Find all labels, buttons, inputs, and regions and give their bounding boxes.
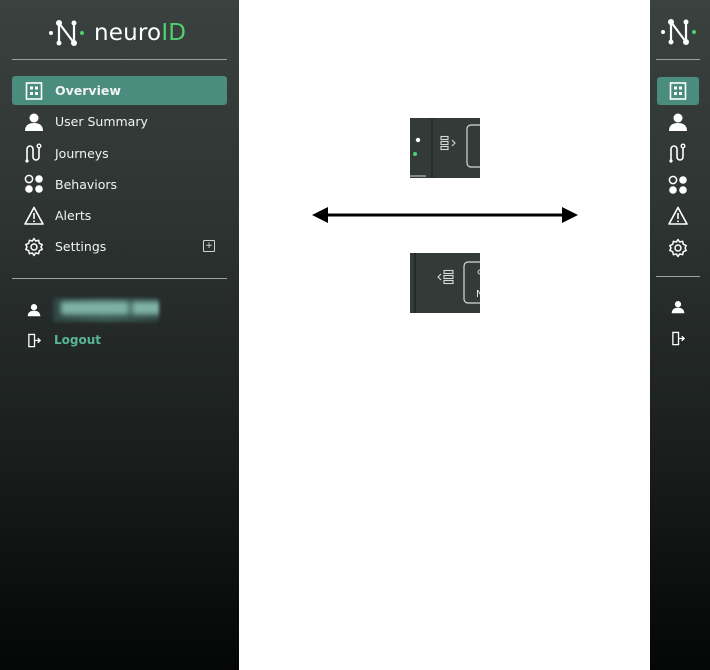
divider <box>656 276 700 277</box>
sidebar-item-label: Overview <box>55 83 121 98</box>
logout-button[interactable] <box>657 324 699 352</box>
brand[interactable]: neuroID <box>48 18 186 48</box>
user-icon <box>669 113 687 131</box>
journey-path-icon <box>23 142 45 164</box>
sidebar-item-settings[interactable] <box>657 234 699 262</box>
double-headed-arrow <box>312 207 578 223</box>
neuroid-logo-icon <box>48 18 88 48</box>
divider <box>12 59 227 60</box>
brand-name: neuroID <box>94 20 187 46</box>
divider <box>656 59 700 60</box>
sidebar-item-label: User Summary <box>55 114 148 130</box>
sidebar-item-overview[interactable]: Overview <box>12 76 227 105</box>
sidebar-expanded: neuroID Overview User Summary Journeys B… <box>0 0 239 670</box>
sidebar-item-behaviors[interactable] <box>657 171 699 199</box>
user-icon <box>23 111 45 133</box>
dashboard-icon <box>669 82 687 100</box>
gear-icon <box>669 238 687 258</box>
user-icon <box>23 299 45 321</box>
sidebar-nav: Overview User Summary Journeys Behaviors <box>12 76 227 264</box>
alert-triangle-icon <box>668 206 688 225</box>
sidebar-item-journeys[interactable]: Journeys <box>12 139 227 168</box>
user-profile[interactable] <box>657 293 699 321</box>
sidebar-item-label: Journeys <box>55 145 109 161</box>
neuroid-logo-icon[interactable] <box>660 17 700 47</box>
plus-box-icon[interactable]: + <box>203 240 215 253</box>
behaviors-dots-icon <box>23 173 45 195</box>
collapse-toggle-preview: N <box>410 253 480 313</box>
logout-door-icon <box>671 331 685 345</box>
logout-label: Logout <box>54 333 102 347</box>
alert-triangle-icon <box>23 205 45 227</box>
sidebar-item-label: Settings <box>55 239 107 255</box>
sidebar-item-user-summary[interactable]: User Summary <box>12 107 227 136</box>
divider <box>12 278 227 279</box>
user-profile[interactable]: ████████ ██████ <box>12 296 227 324</box>
expand-toggle-preview <box>410 118 480 178</box>
sidebar-item-behaviors[interactable]: Behaviors <box>12 170 227 199</box>
journey-path-icon <box>669 143 686 163</box>
sidebar-item-user-summary[interactable] <box>657 108 699 136</box>
gear-icon <box>23 236 45 258</box>
sidebar-item-label: Alerts <box>55 208 92 224</box>
sidebar-item-overview[interactable] <box>657 77 699 105</box>
svg-text:N: N <box>476 289 480 300</box>
sidebar-item-settings[interactable]: Settings + <box>12 232 227 261</box>
sidebar-item-label: Behaviors <box>55 176 118 192</box>
logout-button[interactable]: Logout <box>12 328 227 352</box>
sidebar-collapsed <box>650 0 710 670</box>
user-name-redacted: ████████ ██████ <box>53 298 159 322</box>
sidebar-item-journeys[interactable] <box>657 139 699 167</box>
logout-door-icon <box>23 329 45 351</box>
user-icon <box>671 301 685 314</box>
sidebar-item-alerts[interactable]: Alerts <box>12 201 227 230</box>
behaviors-dots-icon <box>668 175 687 194</box>
dashboard-icon <box>23 80 45 102</box>
sidebar-item-alerts[interactable] <box>657 202 699 230</box>
